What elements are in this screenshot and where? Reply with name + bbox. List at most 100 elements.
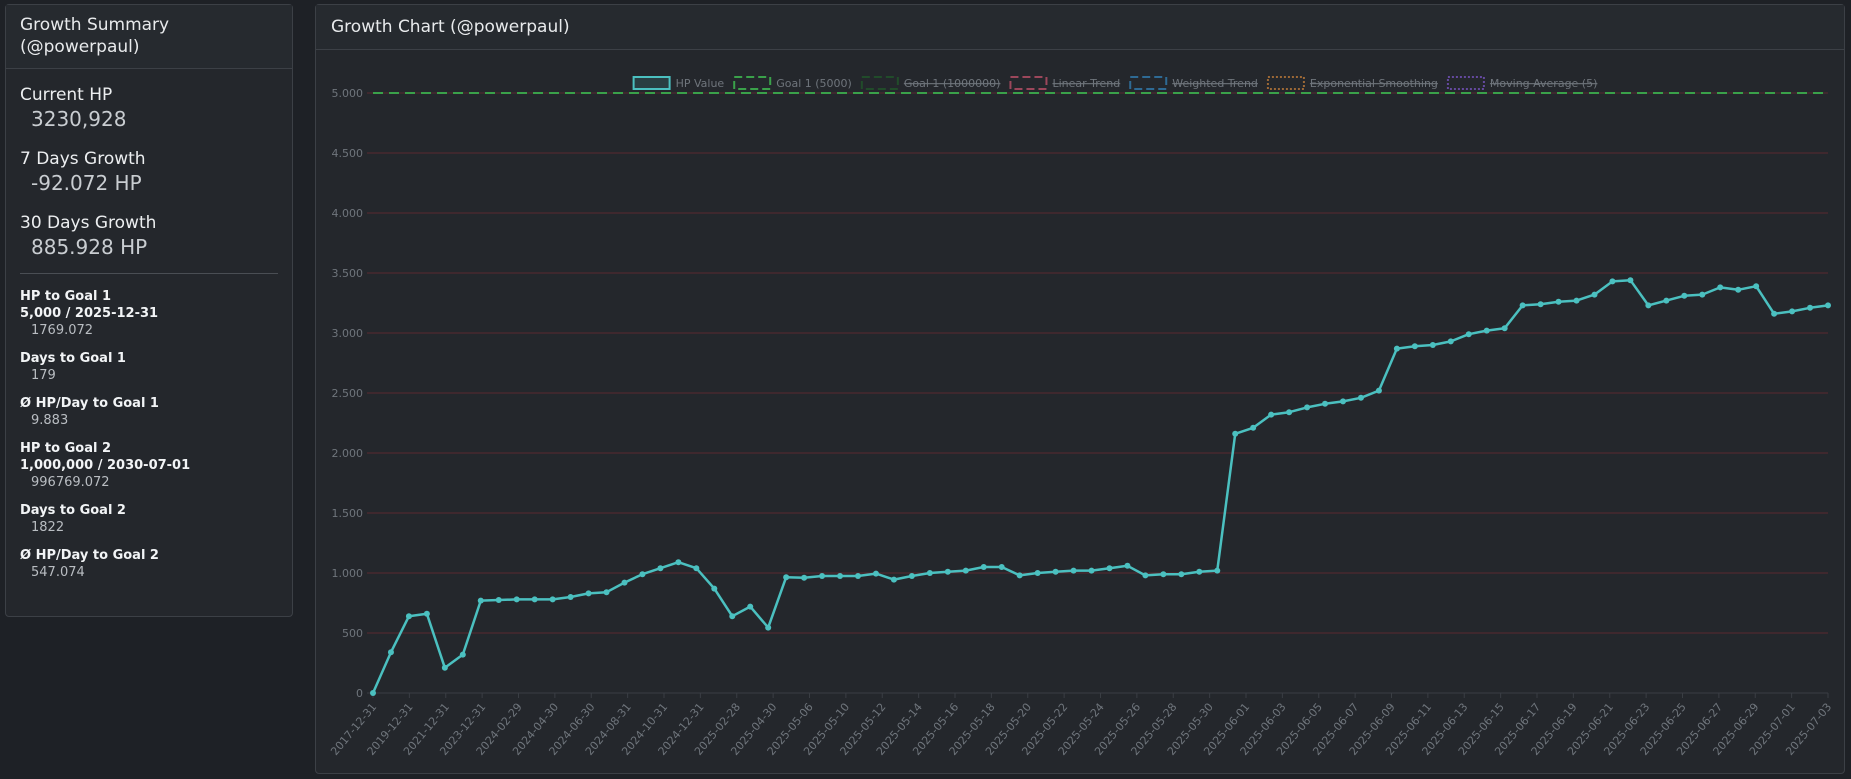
hp-data-point [1735, 286, 1742, 293]
hp-to-goal2-target: 1,000,000 / 2030-07-01 [20, 458, 191, 473]
hp-to-goal2-label: HP to Goal 2 1,000,000 / 2030-07-01 [20, 440, 278, 474]
hp-data-point [1196, 568, 1203, 575]
legend-label: Moving Average (5) [1490, 77, 1598, 90]
hp-data-point [747, 603, 754, 610]
growth-summary-panel: Growth Summary (@powerpaul) Current HP 3… [5, 4, 293, 617]
y-tick-label: 2.500 [332, 387, 364, 400]
hp-data-point [387, 649, 394, 656]
hp-data-point [1070, 567, 1077, 574]
days-to-goal2-label: Days to Goal 2 [20, 503, 126, 518]
hp-data-point [1214, 567, 1221, 574]
growth-7-days-value: -92.072 HP [31, 171, 142, 195]
legend-item[interactable]: HP Value [632, 76, 725, 90]
days-to-goal1-label: Days to Goal 1 [20, 351, 126, 366]
hp-data-point [513, 596, 520, 603]
hp-data-point [1411, 343, 1418, 350]
hp-data-point [585, 590, 592, 597]
hp-data-point [926, 570, 933, 576]
hp-to-goal2-title: HP to Goal 2 [20, 441, 112, 456]
hp-data-point [1645, 302, 1652, 309]
y-tick-label: 5.000 [332, 87, 364, 100]
hp-data-point [872, 570, 879, 577]
hp-data-point [819, 573, 826, 579]
hp-data-point [370, 690, 376, 696]
hp-data-point [1052, 568, 1059, 575]
avg-hp-day-goal1-label: Ø HP/Day to Goal 1 [20, 396, 159, 411]
hp-to-goal1-target: 5,000 / 2025-12-31 [20, 306, 159, 321]
hp-data-point [603, 589, 610, 596]
hp-data-point [944, 568, 951, 575]
legend-item[interactable]: Moving Average (5) [1446, 76, 1598, 90]
legend-label: Exponential Smoothing [1310, 77, 1438, 90]
hp-data-point [1807, 304, 1814, 311]
hp-data-point [998, 564, 1005, 570]
hp-data-point [423, 610, 430, 617]
hp-data-point [1519, 302, 1526, 309]
growth-7-days-label: 7 Days Growth [20, 149, 146, 169]
legend-swatch [1266, 76, 1305, 90]
hp-data-point [675, 559, 682, 566]
hp-data-point [962, 567, 969, 574]
hp-data-point [1232, 430, 1239, 437]
hp-data-point [1465, 331, 1472, 338]
current-hp-label: Current HP [20, 85, 113, 105]
hp-data-point [621, 579, 628, 586]
hp-data-point [908, 573, 915, 579]
hp-data-point [1753, 283, 1760, 290]
hp-data-point [1088, 567, 1095, 574]
avg-hp-day-goal1-value: 9.883 [31, 413, 69, 428]
hp-data-point [765, 624, 772, 631]
y-tick-label: 3.000 [332, 327, 364, 340]
hp-data-point [567, 594, 574, 600]
hp-data-point [1286, 409, 1293, 416]
hp-data-point [1771, 310, 1778, 317]
hp-data-point [1429, 342, 1436, 348]
hp-data-point [531, 596, 538, 603]
hp-data-point [1340, 398, 1346, 405]
legend-item[interactable]: Exponential Smoothing [1266, 76, 1438, 90]
summary-title: Growth Summary (@powerpaul) [6, 5, 292, 69]
avg-hp-day-goal2-value: 547.074 [31, 565, 85, 580]
hp-data-point [1322, 400, 1329, 407]
hp-data-point [657, 565, 664, 572]
legend-label: Linear Trend [1052, 77, 1120, 90]
hp-data-point [980, 564, 987, 570]
hp-data-point [1573, 297, 1580, 304]
y-tick-label: 4.000 [332, 207, 364, 220]
hp-data-point [477, 597, 484, 604]
hp-data-point [1555, 298, 1562, 305]
hp-to-goal1-title: HP to Goal 1 [20, 289, 112, 304]
summary-divider [20, 273, 278, 274]
growth-chart-panel: Growth Chart (@powerpaul) 0 500 1.000 1.500… [315, 4, 1845, 774]
hp-data-point [1699, 291, 1706, 298]
y-tick-label: 4.500 [332, 147, 364, 160]
current-hp-value: 3230,928 [31, 107, 127, 131]
hp-data-point [639, 571, 646, 578]
hp-data-point [1357, 394, 1364, 401]
hp-data-point [1537, 301, 1544, 308]
y-tick-label: 1.500 [332, 507, 364, 520]
growth-line-chart[interactable]: 0 500 1.000 1.500 2.000 2.500 3.000 3.500 4.000 4… [316, 5, 1844, 773]
hp-data-point [1483, 327, 1490, 334]
y-tick-label: 500 [342, 627, 363, 640]
y-tick-label: 2.000 [332, 447, 364, 460]
hp-data-point [495, 597, 502, 603]
legend-item[interactable]: Weighted Trend [1129, 76, 1258, 90]
hp-data-point [1591, 291, 1598, 298]
legend-item[interactable]: Goal 1 (1000000) [860, 76, 1001, 90]
legend-swatch [733, 76, 772, 90]
hp-value-line [371, 278, 1829, 694]
hp-data-point [1501, 325, 1508, 332]
hp-data-point [729, 613, 736, 620]
legend-swatch [632, 76, 671, 90]
hp-data-point [1627, 277, 1634, 284]
hp-data-point [1106, 565, 1113, 572]
days-to-goal1-value: 179 [31, 368, 56, 383]
legend-label: HP Value [676, 77, 725, 90]
hp-data-point [1016, 572, 1023, 579]
hp-to-goal1-value: 1769.072 [31, 323, 94, 338]
legend-item[interactable]: Goal 1 (5000) [733, 76, 852, 90]
legend-item[interactable]: Linear Trend [1009, 76, 1120, 90]
legend-label: Weighted Trend [1172, 77, 1258, 90]
hp-data-point [1268, 411, 1275, 418]
